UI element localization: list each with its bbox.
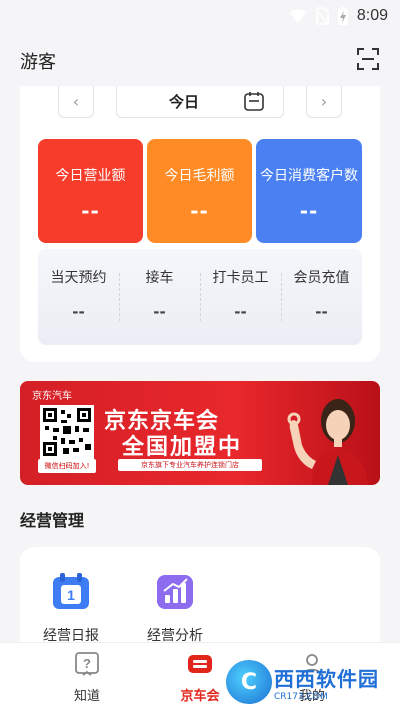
calendar-icon: 1 [53, 573, 89, 609]
banner-brand: 京东汽车 [32, 391, 72, 402]
scan-icon [357, 48, 379, 70]
nav-label: 知道 [73, 689, 100, 704]
page-title: 游客 [20, 52, 56, 73]
scan-button[interactable] [356, 47, 380, 71]
stat-value: -- [299, 199, 319, 223]
stat-value: -- [190, 199, 209, 223]
app-header: 游客 [0, 32, 400, 88]
stat-label: 今日毛利额 [164, 168, 235, 184]
promo-banner[interactable]: 京东汽车 微信扫码加入! 京东京车会 全国加盟中 京东旗下专业汽车养护连锁门店 [20, 381, 380, 485]
status-time: 8:09 [356, 7, 388, 24]
sub-stat-value: -- [234, 303, 247, 321]
question-icon: ? [75, 652, 99, 676]
watermark-logo: C 西西软件园 CR173.COM [226, 660, 386, 704]
sub-stat-label: 打卡员工 [212, 270, 269, 286]
qr-code-image [40, 405, 94, 459]
battery-charging-icon [337, 7, 348, 25]
management-analysis[interactable]: 经营分析 [130, 571, 220, 645]
stat-label: 今日消费客户数 [260, 168, 358, 184]
sub-stat-appointments[interactable]: 当天预约 -- [38, 249, 119, 345]
nav-tab-knowledge[interactable]: ? 知道 [47, 651, 127, 704]
stat-value: -- [81, 199, 100, 223]
wifi-icon [289, 9, 307, 23]
management-daily-report[interactable]: 1 经营日报 [26, 571, 116, 645]
sub-stat-label: 当天预约 [50, 270, 107, 286]
qr-caption: 微信扫码加入! [38, 459, 96, 473]
sub-stat-label: 会员充值 [293, 270, 350, 286]
date-label: 今日 [169, 93, 200, 111]
stat-label: 今日营业额 [55, 168, 126, 184]
svg-text:?: ? [83, 656, 91, 671]
bar-chart-icon [157, 575, 193, 609]
qr-code-icon [43, 408, 91, 456]
sub-stat-value: -- [315, 303, 328, 321]
dashboard-card: ‹ 今日 › 今日营业额 -- 今日毛利额 -- 今日消费客户数 -- 当天预约… [20, 86, 380, 362]
banner-title-line2: 全国加盟中 [122, 435, 243, 460]
stat-tile-gross-profit[interactable]: 今日毛利额 -- [147, 139, 252, 243]
date-prev-button[interactable]: ‹ [58, 86, 94, 118]
sub-stat-value: -- [153, 303, 166, 321]
jd-car-icon [188, 655, 212, 673]
stat-tile-customers[interactable]: 今日消费客户数 -- [256, 139, 362, 243]
sub-stat-value: -- [72, 303, 85, 321]
watermark-url: CR173.COM [274, 691, 328, 702]
date-next-button[interactable]: › [306, 86, 342, 118]
watermark-name: 西西软件园 [274, 666, 379, 691]
calendar-icon[interactable] [243, 90, 265, 112]
status-icons: 8:09 [289, 6, 388, 26]
sub-stats-panel: 当天预约 -- 接车 -- 打卡员工 -- 会员充值 -- [38, 249, 362, 345]
watermark-logo-mark: C [226, 660, 272, 704]
stat-tile-revenue[interactable]: 今日营业额 -- [38, 139, 143, 243]
date-selector[interactable]: 今日 [116, 86, 284, 118]
sub-stat-staff-checkin[interactable]: 打卡员工 -- [200, 249, 281, 345]
section-title-management: 经营管理 [20, 511, 85, 530]
sub-stat-label: 接车 [145, 270, 174, 286]
sub-stat-pickup[interactable]: 接车 -- [119, 249, 200, 345]
sub-stat-member-topup[interactable]: 会员充值 -- [281, 249, 362, 345]
svg-text:1: 1 [67, 587, 75, 603]
banner-subtitle: 京东旗下专业汽车养护连锁门店 [118, 459, 262, 471]
status-bar: 8:09 [0, 0, 400, 32]
no-sim-icon [315, 7, 329, 25]
banner-model-image [287, 399, 368, 485]
watermark-text: 西西软件园 CR173.COM [274, 663, 379, 702]
